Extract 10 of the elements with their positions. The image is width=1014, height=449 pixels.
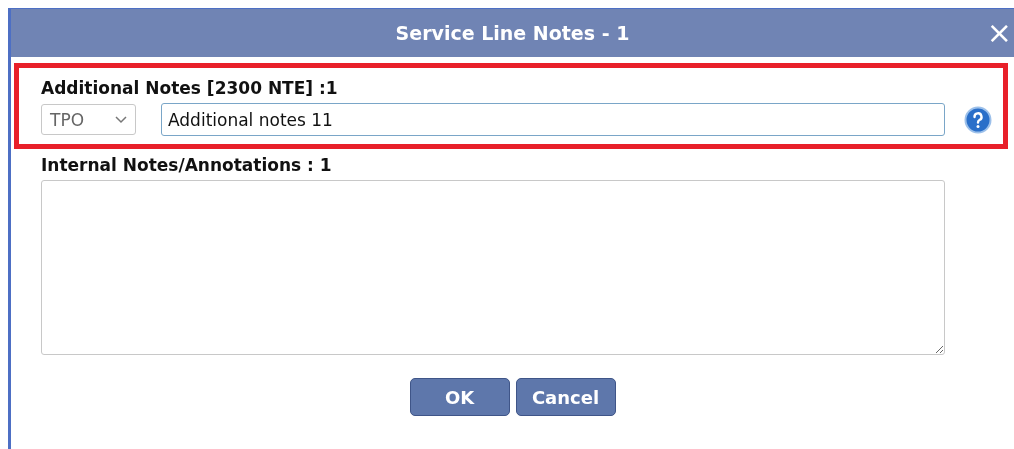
- ok-button[interactable]: OK: [409, 378, 510, 416]
- caret-icon: [115, 115, 127, 124]
- qualifier-dropdown[interactable]: TPO: [41, 104, 136, 135]
- cancel-button[interactable]: Cancel: [515, 378, 616, 416]
- close-button[interactable]: ×: [984, 19, 1014, 47]
- help-icon[interactable]: [964, 105, 992, 134]
- field-label: Internal Notes/Annotations : 1: [41, 155, 333, 175]
- window-title: Service Line Notes - 1: [395, 22, 630, 44]
- notes-input[interactable]: Additional notes 11: [161, 103, 945, 136]
- field-label: Additional Notes [2300 NTE] :1: [41, 78, 339, 98]
